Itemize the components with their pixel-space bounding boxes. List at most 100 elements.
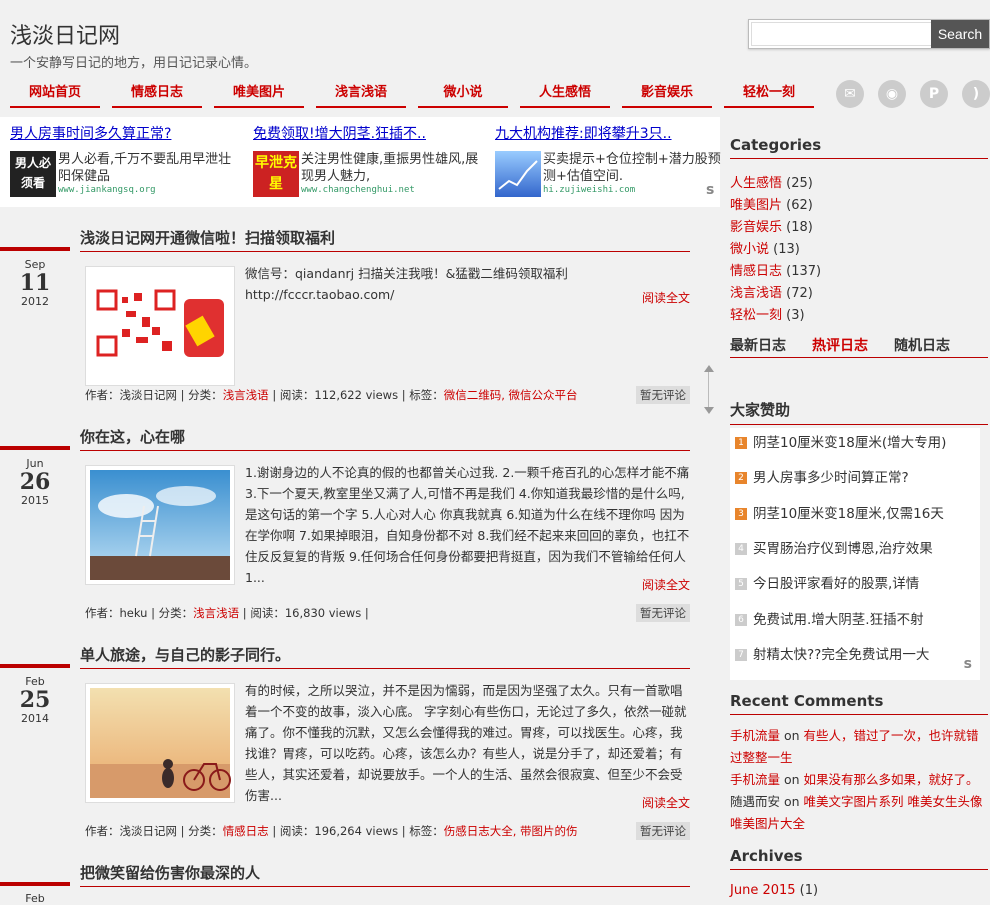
nav-item-life-insights[interactable]: 人生感悟 <box>520 80 610 108</box>
post-meta: 作者：浅淡日记网 | 分类：情感日志 | 阅读：196,264 views | … <box>85 823 578 839</box>
archives-heading: Archives <box>730 847 988 870</box>
post-date: Feb 25 2014 <box>0 675 70 725</box>
sponsor-item[interactable]: 3 阴茎10厘米变18厘米,仅需16天 <box>735 502 944 522</box>
ad-url[interactable]: www.jiankangsq.org <box>58 185 156 195</box>
post-category-link[interactable]: 情感日志 <box>223 824 269 838</box>
read-more-link[interactable]: 阅读全文 <box>642 794 690 811</box>
ad-title[interactable]: 九大机构推荐:即将攀升3只.. <box>495 123 730 143</box>
sponsor-text[interactable]: 阴茎10厘米变18厘米(增大专用) <box>753 435 946 451</box>
site-title[interactable]: 浅淡日记网 <box>10 18 120 50</box>
nav-item-home[interactable]: 网站首页 <box>10 80 100 108</box>
category-count: (18) <box>786 220 813 235</box>
post-tags-link[interactable]: 伤感日志大全, 带图片的伤 <box>444 824 578 838</box>
category-link[interactable]: 轻松一刻 <box>730 308 782 323</box>
sponsor-item[interactable]: 5 今日股评家看好的股票,详情 <box>735 572 919 592</box>
search-input[interactable] <box>751 22 936 46</box>
ad-thumbnail[interactable] <box>495 151 541 197</box>
post-meta-prefix: 作者：浅淡日记网 | 分类： <box>85 388 223 402</box>
tab-latest-posts[interactable]: 最新日志 <box>730 335 786 355</box>
comment-author[interactable]: 手机流量 <box>730 728 780 743</box>
ad-text[interactable]: 关注男性健康,重振男性雄风,展现男人魅力, <box>301 151 481 185</box>
comment-author[interactable]: 手机流量 <box>730 772 780 787</box>
ad-marker: s <box>706 182 715 198</box>
post-date-bar <box>0 247 70 251</box>
post-category-link[interactable]: 浅言浅语 <box>193 606 239 620</box>
post-meta-prefix: 作者：heku | 分类： <box>85 606 194 620</box>
timeline-up-arrow <box>704 365 714 372</box>
ad-text[interactable]: 男人必看,千万不要乱用早泄壮阳保健品 <box>58 151 238 185</box>
category-link[interactable]: 唯美图片 <box>730 198 782 213</box>
post-title[interactable]: 你在这，心在哪 <box>80 426 690 451</box>
post-thumbnail[interactable] <box>85 683 235 803</box>
sponsor-item[interactable]: 2 男人房事多少时间算正常? <box>735 466 909 486</box>
nav-item-beautiful-pictures[interactable]: 唯美图片 <box>214 80 304 108</box>
rss-icon[interactable]: ) <box>962 80 990 108</box>
post-category-link[interactable]: 浅言浅语 <box>223 388 269 402</box>
post-day: 25 <box>19 687 51 713</box>
sponsor-item[interactable]: 4 买胃肠治疗仪到博恩,治疗效果 <box>735 537 933 557</box>
ad-item[interactable]: 免费领取!增大阴茎.狂插不.. 早泄克星 关注男性健康,重振男性雄风,展现男人魅… <box>253 123 488 197</box>
sponsor-heading: 大家赞助 <box>730 399 988 425</box>
ad-item[interactable]: 男人房事时间多久算正常? 男人必须看 男人必看,千万不要乱用早泄壮阳保健品 ww… <box>10 123 245 197</box>
sponsor-rank: 6 <box>735 614 747 626</box>
read-more-link[interactable]: 阅读全文 <box>642 289 690 306</box>
sponsor-text[interactable]: 阴茎10厘米变18厘米,仅需16天 <box>753 506 944 522</box>
post-meta: 作者：heku | 分类：浅言浅语 | 阅读：16,830 views | <box>85 605 369 621</box>
weibo-icon[interactable]: ◉ <box>878 80 906 108</box>
sponsor-text[interactable]: 男人房事多少时间算正常? <box>753 470 909 486</box>
ad-title[interactable]: 男人房事时间多久算正常? <box>10 123 245 143</box>
post-title[interactable]: 把微笑留给伤害你最深的人 <box>80 862 690 887</box>
stock-chart-icon <box>498 160 538 190</box>
post-tags-link[interactable]: 微信二维码, 微信公众平台 <box>444 388 578 402</box>
post-meta-views: | 阅读：16,830 views | <box>239 606 369 620</box>
post-title[interactable]: 浅淡日记网开通微信啦！扫描领取福利 <box>80 227 690 252</box>
comments-badge[interactable]: 暂无评论 <box>636 386 690 404</box>
sponsor-item[interactable]: 7 射精太快??完全免费试用一大 <box>735 643 929 663</box>
ad-text[interactable]: 买卖提示+仓位控制+潜力股预测+估值空间. <box>543 151 723 185</box>
main-nav: 网站首页 情感日志 唯美图片 浅言浅语 微小说 人生感悟 影音娱乐 轻松一刻 <box>0 80 830 110</box>
nav-item-emotion-diary[interactable]: 情感日志 <box>112 80 202 108</box>
read-more-link[interactable]: 阅读全文 <box>642 576 690 593</box>
sponsor-item[interactable]: 1 阴茎10厘米变18厘米(增大专用) <box>735 431 946 451</box>
sponsor-text[interactable]: 今日股评家看好的股票,详情 <box>753 576 919 592</box>
post-title[interactable]: 单人旅途，与自己的影子同行。 <box>80 644 690 669</box>
ad-thumbnail[interactable]: 男人必须看 <box>10 151 56 197</box>
post-excerpt: 1.谢谢身边的人不论真的假的也都曾关心过我. 2.一颗千疮百孔的心怎样才能不痛 … <box>245 465 690 585</box>
ad-thumbnail[interactable]: 早泄克星 <box>253 151 299 197</box>
sponsor-text[interactable]: 免费试用.增大阴茎.狂插不射 <box>753 612 924 628</box>
ad-item[interactable]: 九大机构推荐:即将攀升3只.. 买卖提示+仓位控制+潜力股预测+估值空间. hi… <box>495 123 730 197</box>
category-link[interactable]: 人生感悟 <box>730 176 782 191</box>
comment-post-link[interactable]: 如果没有那么多如果，就好了。 <box>804 772 979 787</box>
category-item: 微小说 (13) <box>730 238 800 257</box>
category-link[interactable]: 影音娱乐 <box>730 220 782 235</box>
pinterest-icon[interactable]: P <box>920 80 948 108</box>
post-thumbnail[interactable] <box>85 465 235 585</box>
archive-link[interactable]: June 2015 <box>730 883 796 898</box>
nav-item-relax[interactable]: 轻松一刻 <box>724 80 814 108</box>
nav-item-micro-fiction[interactable]: 微小说 <box>418 80 508 108</box>
nav-item-short-words[interactable]: 浅言浅语 <box>316 80 406 108</box>
comments-badge[interactable]: 暂无评论 <box>636 822 690 840</box>
tab-hot-posts[interactable]: 热评日志 <box>812 335 868 355</box>
ad-title[interactable]: 免费领取!增大阴茎.狂插不.. <box>253 123 488 143</box>
category-link[interactable]: 情感日志 <box>730 264 782 279</box>
ad-url[interactable]: www.changchenghui.net <box>301 185 415 195</box>
tab-random-posts[interactable]: 随机日志 <box>894 335 950 355</box>
sponsor-text[interactable]: 射精太快??完全免费试用一大 <box>753 647 929 663</box>
comment-author: 随遇而安 <box>730 794 781 809</box>
category-link[interactable]: 微小说 <box>730 242 769 257</box>
nav-item-entertainment[interactable]: 影音娱乐 <box>622 80 712 108</box>
category-item: 影音娱乐 (18) <box>730 216 813 235</box>
category-count: (137) <box>786 264 822 279</box>
site-tagline: 一个安静写日记的地方，用日记记录心情。 <box>10 56 258 71</box>
search-button[interactable]: Search <box>931 20 989 48</box>
ad-url[interactable]: hi.zujiweishi.com <box>543 185 635 195</box>
sponsor-item[interactable]: 6 免费试用.增大阴茎.狂插不射 <box>735 608 924 628</box>
sponsor-text[interactable]: 买胃肠治疗仪到博恩,治疗效果 <box>753 541 933 557</box>
category-count: (62) <box>786 198 813 213</box>
post-thumbnail[interactable] <box>85 266 235 386</box>
comments-badge[interactable]: 暂无评论 <box>636 604 690 622</box>
category-link[interactable]: 浅言浅语 <box>730 286 782 301</box>
mail-icon[interactable]: ✉ <box>836 80 864 108</box>
recent-comment: 手机流量 on 有些人，错过了一次，也许就错过整整一生 <box>730 725 988 769</box>
